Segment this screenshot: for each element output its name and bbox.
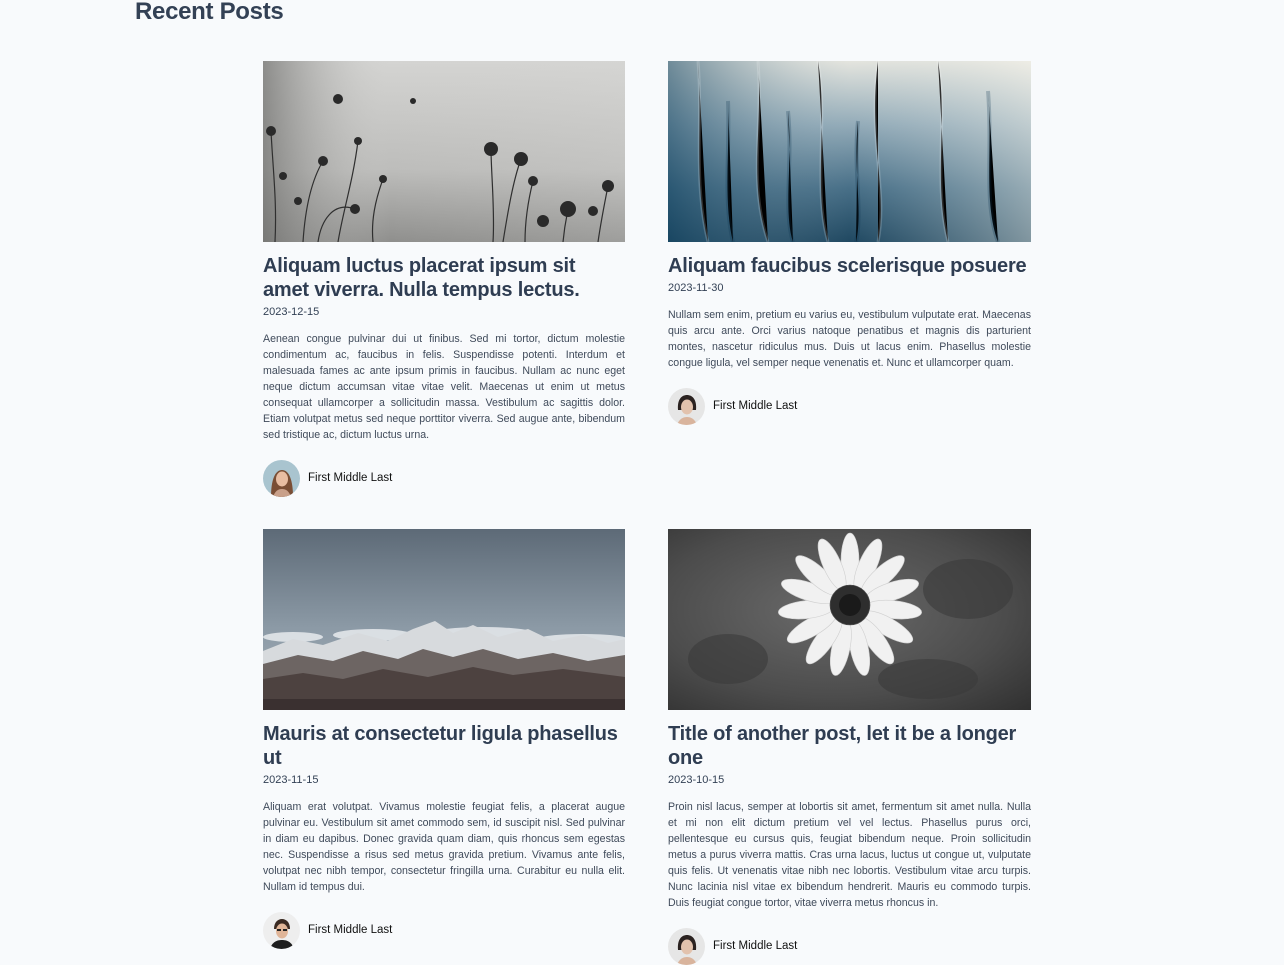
post-image-mountains[interactable] <box>263 529 625 710</box>
post-title[interactable]: Mauris at consectetur ligula phasellus u… <box>263 722 625 770</box>
author-avatar[interactable] <box>263 911 300 949</box>
author-name[interactable]: First Middle Last <box>713 400 797 412</box>
post-card[interactable]: Aliquam faucibus scelerisque posuere 202… <box>668 61 1031 497</box>
post-excerpt: Aliquam erat volutpat. Vivamus molestie … <box>263 801 625 893</box>
post-excerpt: Nullam sem enim, pretium eu varius eu, v… <box>668 309 1031 369</box>
post-author[interactable]: First Middle Last <box>668 387 1031 425</box>
post-date: 2023-11-15 <box>263 774 319 786</box>
post-title[interactable]: Title of another post, let it be a longe… <box>668 722 1031 770</box>
post-card[interactable]: Title of another post, let it be a longe… <box>668 529 1031 965</box>
post-card[interactable]: Mauris at consectetur ligula phasellus u… <box>263 529 625 965</box>
post-card[interactable]: Aliquam luctus placerat ipsum sit amet v… <box>263 61 625 497</box>
post-title[interactable]: Aliquam luctus placerat ipsum sit amet v… <box>263 254 625 302</box>
post-date: 2023-11-30 <box>668 282 724 294</box>
author-name[interactable]: First Middle Last <box>308 924 392 936</box>
author-name[interactable]: First Middle Last <box>308 472 392 484</box>
post-image-abstract[interactable] <box>668 61 1031 242</box>
posts-grid: Aliquam luctus placerat ipsum sit amet v… <box>263 61 1031 965</box>
post-image-daisy[interactable] <box>668 529 1031 710</box>
post-author[interactable]: First Middle Last <box>263 911 625 949</box>
post-date: 2023-12-15 <box>263 306 320 318</box>
post-author[interactable]: First Middle Last <box>668 927 1031 965</box>
post-author[interactable]: First Middle Last <box>263 459 625 497</box>
author-avatar[interactable] <box>263 459 300 497</box>
post-date: 2023-10-15 <box>668 774 725 786</box>
post-title[interactable]: Aliquam faucibus scelerisque posuere <box>668 254 1031 278</box>
post-excerpt: Proin nisl lacus, semper at lobortis sit… <box>668 801 1031 909</box>
post-image-flowers[interactable] <box>263 61 625 242</box>
recent-posts-page: Recent Posts Aliquam luctus placerat ips… <box>0 0 1284 965</box>
post-excerpt: Aenean congue pulvinar dui ut finibus. S… <box>263 333 625 441</box>
author-avatar[interactable] <box>668 387 705 425</box>
author-name[interactable]: First Middle Last <box>713 940 797 952</box>
section-title: Recent Posts <box>135 0 284 25</box>
author-avatar[interactable] <box>668 927 705 965</box>
